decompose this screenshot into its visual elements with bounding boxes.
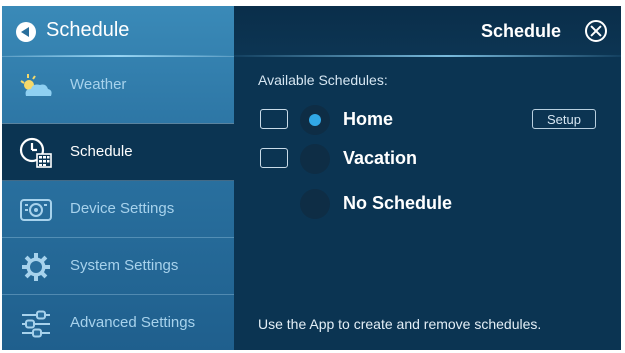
close-icon[interactable] (585, 20, 607, 42)
main-panel: Schedule Available Schedules: Home Setup… (234, 6, 621, 350)
schedule-icon (18, 137, 54, 169)
schedule-name: Vacation (343, 148, 418, 168)
schedule-name: No Schedule (343, 193, 453, 213)
sliders-icon (18, 308, 54, 340)
schedule-radio[interactable] (300, 189, 330, 219)
schedule-radio[interactable] (300, 144, 330, 174)
sidebar-item-label: System Settings (70, 257, 179, 274)
sidebar-item-weather[interactable]: Weather (2, 56, 234, 114)
footer-hint: Use the App to create and remove schedul… (258, 316, 542, 332)
back-button[interactable] (16, 22, 36, 42)
schedule-checkbox[interactable] (260, 148, 288, 168)
sidebar-item-label: Schedule (70, 143, 133, 160)
main-header-divider (234, 55, 621, 57)
sidebar-title: Schedule (46, 19, 130, 41)
sidebar-item-label: Weather (70, 76, 127, 93)
schedule-radio[interactable] (300, 105, 330, 135)
sidebar: Schedule Weather Schedule Device Setting… (2, 6, 234, 350)
schedule-row-home: Home Setup (258, 104, 608, 136)
main-header: Schedule (234, 6, 621, 56)
device-settings-icon (18, 194, 54, 226)
sidebar-item-system-settings[interactable]: System Settings (2, 237, 234, 295)
sidebar-item-device-settings[interactable]: Device Settings (2, 180, 234, 238)
thermostat-screen: Schedule Weather Schedule Device Setting… (2, 6, 621, 350)
gear-icon (18, 251, 54, 283)
available-schedules-label: Available Schedules: (258, 72, 388, 88)
sidebar-item-label: Device Settings (70, 200, 175, 217)
setup-button[interactable]: Setup (532, 109, 596, 129)
page-title: Schedule (480, 21, 561, 41)
weather-icon (18, 70, 54, 102)
schedule-row-no-schedule: No Schedule (258, 188, 608, 220)
sidebar-item-advanced-settings[interactable]: Advanced Settings (2, 294, 234, 350)
sidebar-item-label: Advanced Settings (70, 314, 196, 331)
sidebar-item-schedule[interactable]: Schedule (2, 123, 234, 181)
sidebar-header-divider (2, 55, 234, 57)
schedule-row-vacation: Vacation (258, 143, 608, 175)
schedule-checkbox[interactable] (260, 109, 288, 129)
sidebar-header: Schedule (2, 6, 234, 56)
schedule-name: Home (343, 109, 394, 129)
